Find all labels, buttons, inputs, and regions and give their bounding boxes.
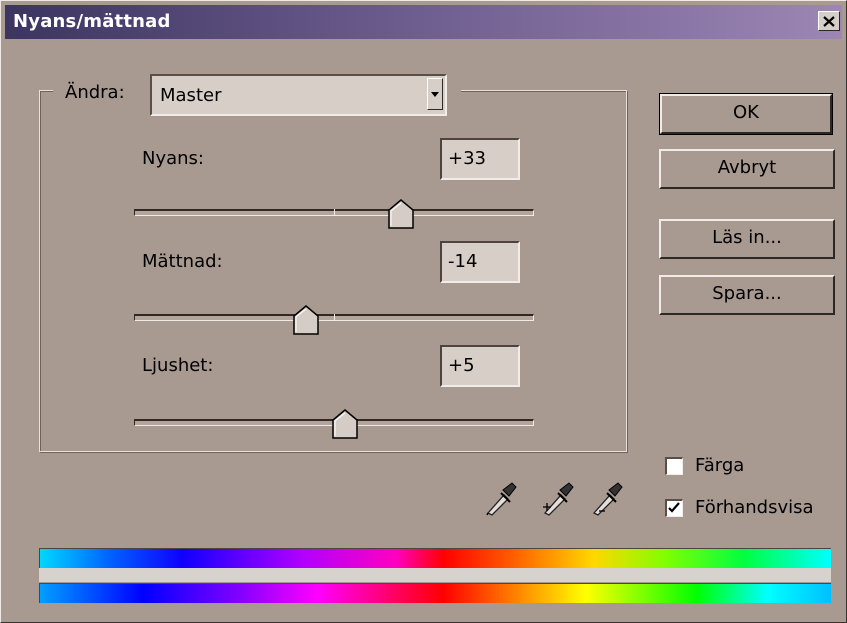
- dropdown-arrow-icon: [431, 91, 439, 97]
- edit-group-box: [39, 90, 627, 452]
- hue-slider-thumb[interactable]: [388, 199, 414, 229]
- edit-label: Ändra:: [65, 82, 125, 103]
- close-icon: [823, 15, 835, 27]
- title-bar[interactable]: Nyans/mättnad: [5, 5, 842, 39]
- cancel-button[interactable]: Avbryt: [659, 149, 835, 189]
- preview-label: Förhandsvisa: [695, 497, 814, 518]
- preview-checkbox[interactable]: [665, 499, 683, 517]
- saturation-track-center-mark: [334, 314, 335, 321]
- lightness-label: Ljushet:: [142, 355, 214, 376]
- close-button[interactable]: [818, 11, 840, 31]
- saturation-label: Mättnad:: [142, 251, 223, 272]
- ok-button[interactable]: OK: [659, 93, 833, 135]
- colorize-checkbox[interactable]: [665, 457, 683, 475]
- colorize-label: Färga: [695, 455, 745, 476]
- saturation-slider-thumb[interactable]: [293, 305, 319, 335]
- eyedropper-icon[interactable]: [484, 481, 518, 517]
- saturation-input[interactable]: -14: [440, 241, 520, 283]
- eyedropper-plus-icon[interactable]: [541, 481, 575, 517]
- hue-saturation-dialog: Nyans/mättnad Ändra: Master Nyans: +33 M…: [0, 0, 847, 623]
- hue-slider-track[interactable]: [134, 209, 534, 216]
- edit-channel-value: Master: [160, 85, 222, 106]
- adjusted-spectrum-bar: [39, 548, 831, 568]
- saturation-slider-track[interactable]: [134, 314, 534, 321]
- lightness-input[interactable]: +5: [440, 345, 520, 387]
- checkmark-icon: [668, 502, 680, 513]
- window-title: Nyans/mättnad: [13, 11, 171, 32]
- dropdown-arrow-button[interactable]: [427, 78, 443, 110]
- spectrum-range-separator: [39, 568, 831, 582]
- save-button[interactable]: Spara...: [659, 275, 835, 315]
- hue-track-center-mark: [334, 209, 335, 216]
- hue-label: Nyans:: [142, 148, 204, 169]
- eyedropper-minus-icon[interactable]: [590, 481, 624, 517]
- load-button[interactable]: Läs in...: [659, 219, 835, 259]
- hue-input[interactable]: +33: [440, 138, 520, 180]
- lightness-slider-thumb[interactable]: [332, 409, 358, 439]
- original-spectrum-bar: [39, 583, 831, 603]
- edit-channel-select[interactable]: Master: [150, 74, 447, 116]
